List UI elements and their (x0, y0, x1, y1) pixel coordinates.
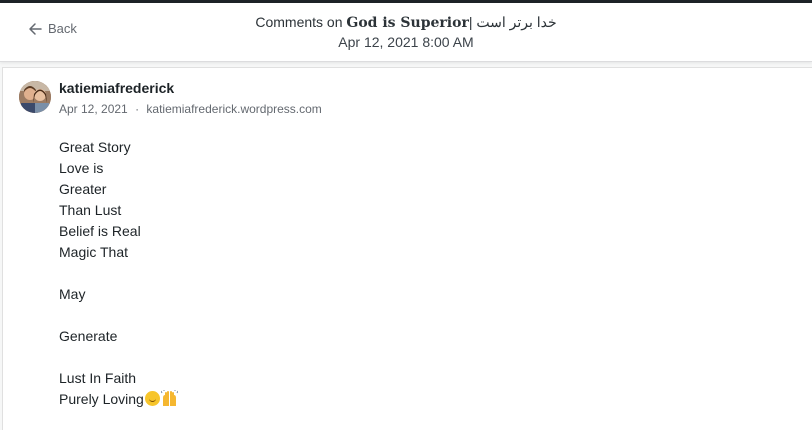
comment-line: May (59, 286, 86, 302)
avatar[interactable] (19, 81, 51, 113)
post-title-suffix: | خدا برتر است (468, 14, 557, 30)
comment-line-blank (59, 263, 178, 284)
comment-line: Lust In Faith (59, 370, 137, 386)
author-site-link[interactable]: katiemiafrederick.wordpress.com (146, 102, 321, 116)
comment-line: Love is (59, 160, 104, 176)
comment-line-text: Purely Loving (59, 391, 144, 407)
smiling-face-emoji-icon (144, 391, 160, 406)
raising-hands-emoji-icon (160, 390, 179, 407)
comment-line: Generate (59, 328, 118, 344)
comment-author[interactable]: katiemiafrederick (59, 80, 174, 96)
comment-date[interactable]: Apr 12, 2021 (59, 102, 128, 116)
post-title[interactable]: God is Superior (346, 15, 468, 31)
title-prefix: Comments on (255, 14, 343, 30)
comments-header: Back Comments on God is Superior| خدا بر… (0, 3, 812, 62)
comment-line: Than Lust (59, 202, 122, 218)
comment-meta: Apr 12, 2021 · katiemiafrederick.wordpre… (59, 102, 322, 116)
comment-body: Great Story Love is Greater Than Lust Be… (59, 137, 179, 410)
page-title: Comments on God is Superior| خدا برتر اس… (0, 14, 812, 31)
comment-line: Great Story (59, 139, 131, 155)
comment-line-blank (59, 305, 178, 326)
comment-line: Greater (59, 181, 107, 197)
post-date: Apr 12, 2021 8:00 AM (338, 34, 474, 50)
comment-line: Magic That (59, 244, 128, 260)
meta-separator: · (135, 102, 140, 116)
comment-card: katiemiafrederick Apr 12, 2021 · katiemi… (2, 67, 812, 430)
comment-line-blank (59, 347, 178, 368)
comment-line-last: Purely Loving (59, 389, 179, 410)
comment-line: Belief is Real (59, 223, 141, 239)
